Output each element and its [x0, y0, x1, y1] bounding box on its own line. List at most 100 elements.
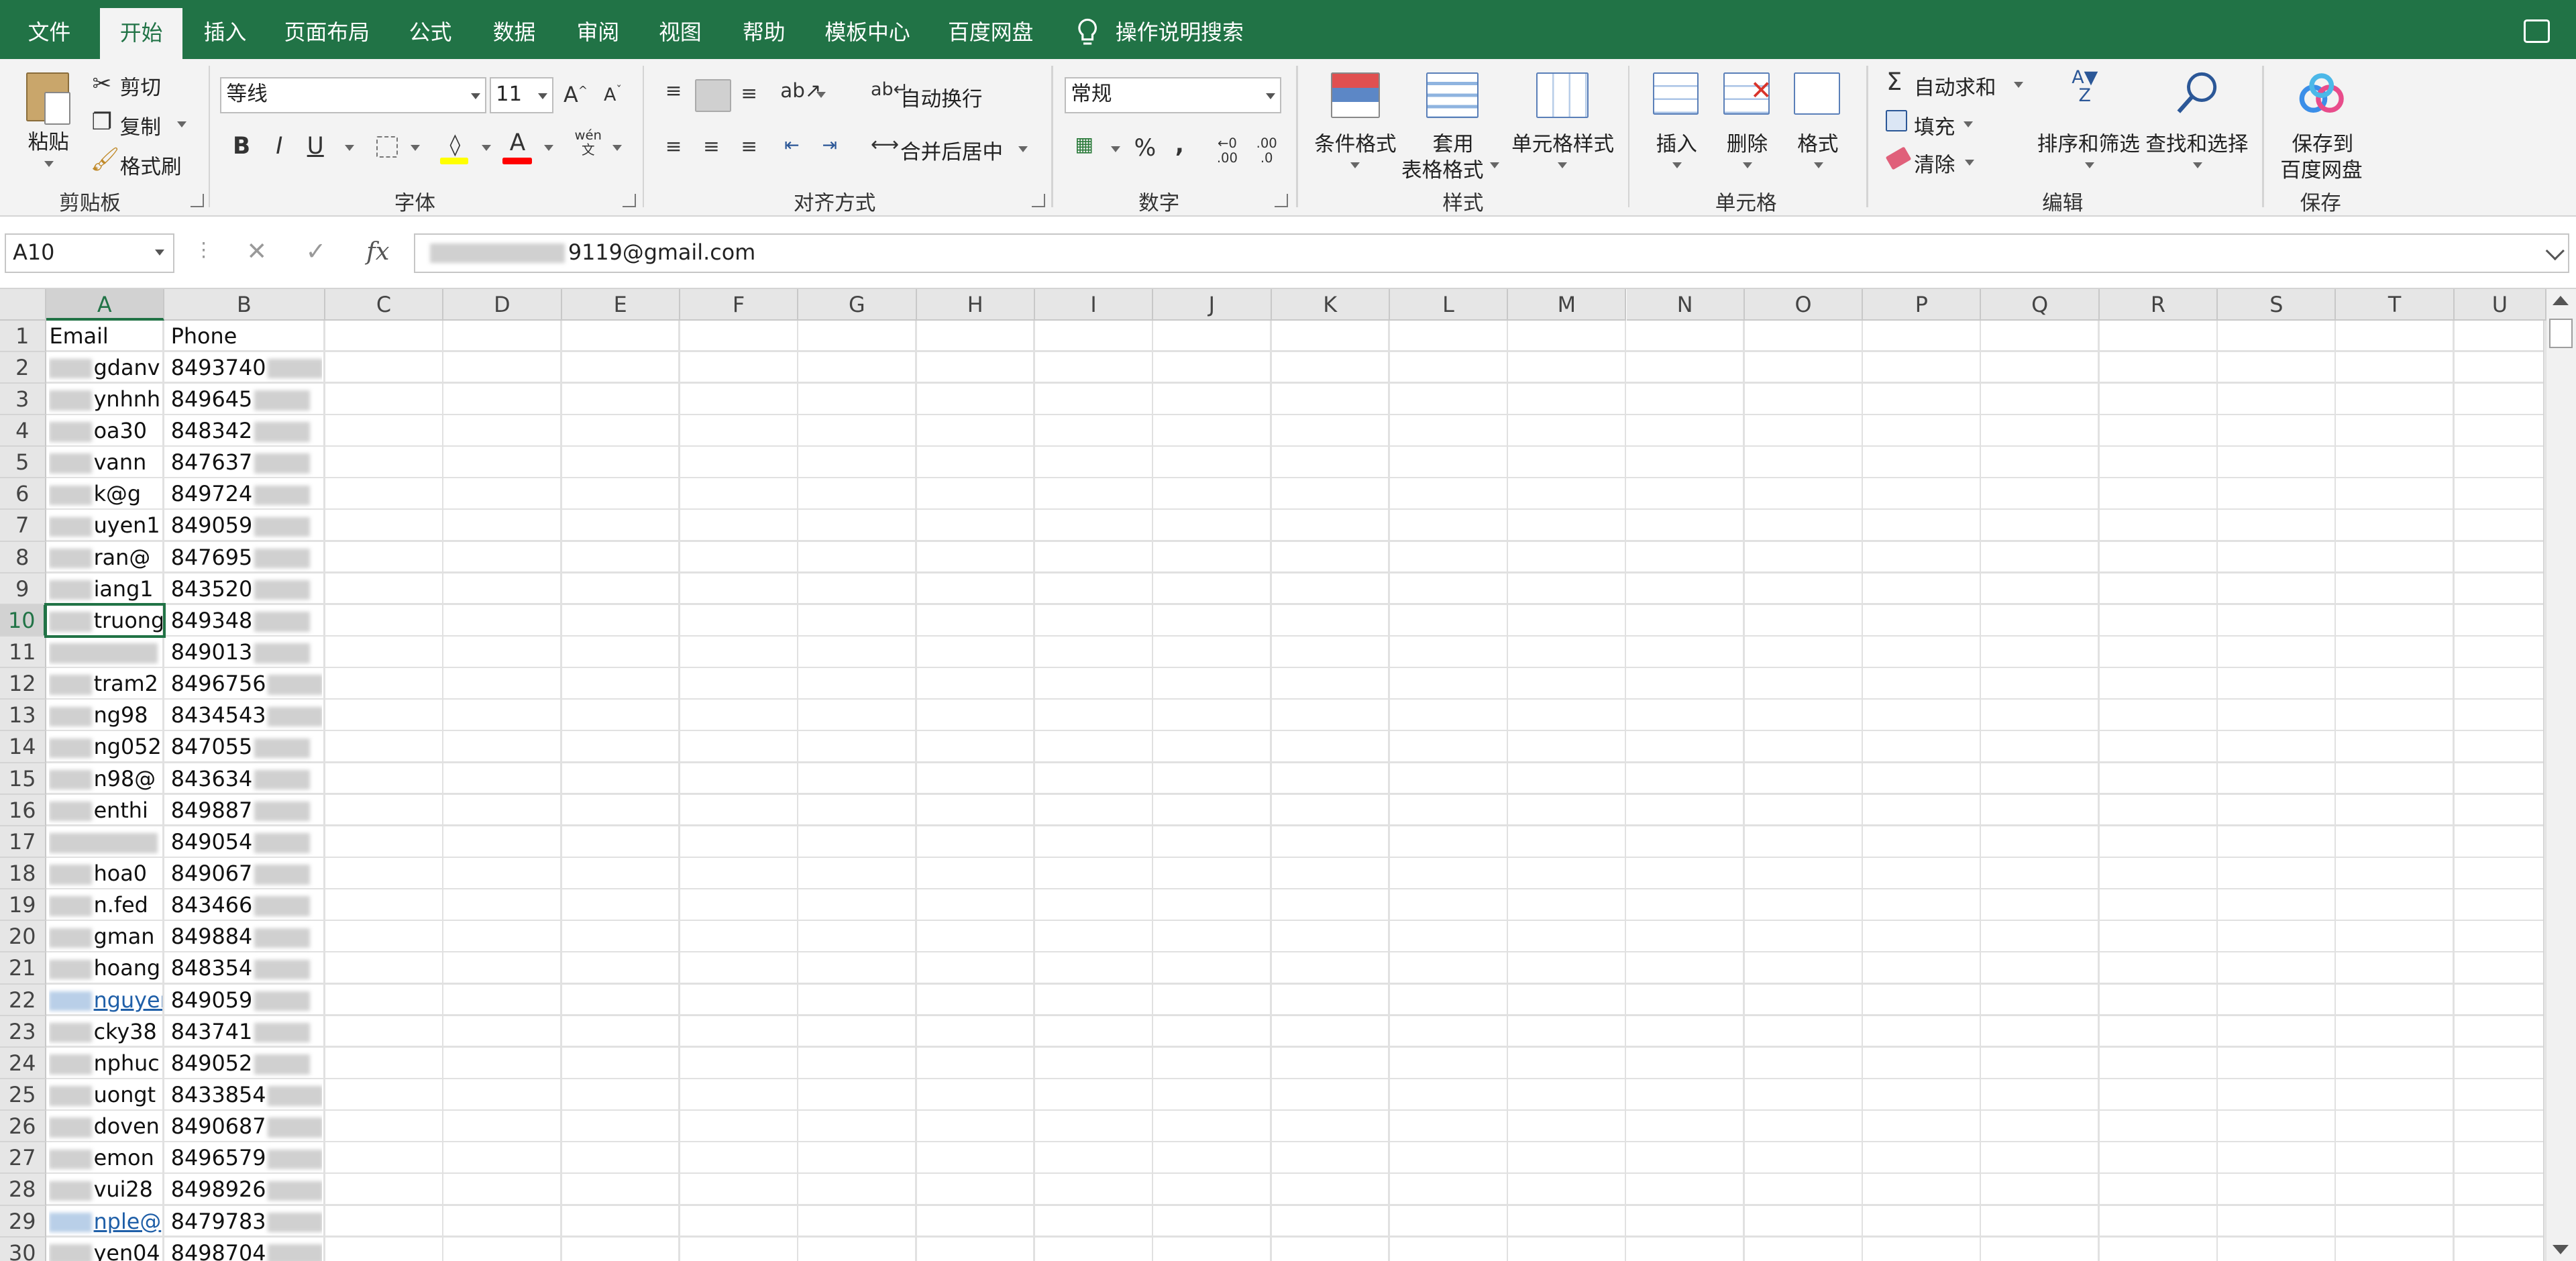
column-header[interactable]: G: [798, 289, 917, 321]
format-cells-button[interactable]: 格式: [1797, 127, 1838, 157]
tab-view[interactable]: 视图: [644, 0, 716, 59]
cell-email[interactable]: gman: [49, 921, 162, 952]
cell-email[interactable]: ng98: [49, 700, 162, 731]
tab-data[interactable]: 数据: [478, 0, 551, 59]
fill-color-icon[interactable]: ◊: [440, 131, 470, 157]
insert-cells-button[interactable]: 插入: [1656, 127, 1697, 157]
autosum-icon[interactable]: Σ: [1883, 67, 1906, 96]
row-header[interactable]: 24: [0, 1047, 46, 1079]
cell-phone[interactable]: 849884: [171, 921, 322, 952]
orientation-icon[interactable]: ab↗: [780, 79, 821, 102]
cell-phone[interactable]: 8498926: [171, 1174, 322, 1205]
underline-button[interactable]: U: [304, 133, 327, 160]
format-painter-button[interactable]: 格式刷: [120, 150, 182, 180]
baidu-netdisk-icon[interactable]: [2297, 72, 2346, 115]
row-header[interactable]: 19: [0, 889, 46, 922]
cell-phone[interactable]: 849059: [171, 985, 322, 1016]
cell-phone[interactable]: 848354: [171, 952, 322, 984]
cell-phone[interactable]: 847055: [171, 731, 322, 763]
cell-email[interactable]: [49, 826, 162, 858]
cell-email[interactable]: emon: [49, 1142, 162, 1174]
clipboard-launcher[interactable]: [191, 193, 204, 207]
fill-icon[interactable]: [1886, 110, 1908, 131]
cell-email[interactable]: hoa0: [49, 858, 162, 889]
align-center-icon[interactable]: ≡: [700, 135, 722, 158]
tab-insert[interactable]: 插入: [189, 0, 262, 59]
column-header[interactable]: U: [2454, 289, 2546, 321]
cancel-icon[interactable]: ✕: [246, 237, 267, 266]
row-header[interactable]: 26: [0, 1111, 46, 1143]
expand-formula-icon[interactable]: [2545, 241, 2565, 261]
decrease-indent-icon[interactable]: ⇤: [779, 135, 805, 156]
accounting-format-icon[interactable]: ▦: [1069, 133, 1099, 156]
row-header[interactable]: 18: [0, 857, 46, 890]
autosum-button[interactable]: 自动求和: [1914, 70, 1996, 101]
column-header[interactable]: D: [443, 289, 562, 321]
phonetic-dropdown[interactable]: [612, 144, 623, 151]
cell-phone[interactable]: 8479783: [171, 1206, 322, 1238]
save-to-netdisk-line2[interactable]: 百度网盘: [2280, 153, 2362, 183]
clear-button[interactable]: 清除: [1914, 148, 1955, 178]
cell-phone[interactable]: 8496579: [171, 1142, 322, 1174]
cell-email[interactable]: k@g: [49, 478, 162, 510]
cell-email[interactable]: ng052: [49, 731, 162, 763]
column-header[interactable]: S: [2218, 289, 2337, 321]
column-header[interactable]: N: [1626, 289, 1745, 321]
cell-phone[interactable]: 848342: [171, 415, 322, 447]
cut-button[interactable]: 剪切: [120, 70, 161, 101]
align-bottom-icon[interactable]: ≡: [738, 82, 761, 105]
column-header[interactable]: P: [1863, 289, 1982, 321]
column-header[interactable]: M: [1508, 289, 1627, 321]
fill-color-dropdown[interactable]: [481, 144, 491, 151]
column-header[interactable]: I: [1034, 289, 1154, 321]
cell-email[interactable]: iang1: [49, 573, 162, 605]
format-cells-icon[interactable]: [1794, 72, 1840, 115]
cell-email[interactable]: Email: [49, 321, 162, 352]
row-header[interactable]: 6: [0, 478, 46, 510]
row-header[interactable]: 27: [0, 1142, 46, 1174]
percent-button[interactable]: %: [1134, 135, 1157, 162]
clear-dropdown[interactable]: [1965, 159, 1974, 166]
cell-email[interactable]: doven: [49, 1111, 162, 1142]
cell-email[interactable]: vui28: [49, 1174, 162, 1205]
vertical-scrollbar[interactable]: [2543, 289, 2576, 1261]
decrease-font-icon[interactable]: Aˇ: [601, 84, 624, 105]
merge-center-button[interactable]: 合并后居中: [900, 135, 1003, 165]
cell-phone[interactable]: 843520: [171, 573, 322, 605]
paste-dropdown[interactable]: [44, 160, 54, 167]
cell-phone[interactable]: 8490687: [171, 1111, 322, 1142]
select-all-button[interactable]: [0, 289, 46, 321]
cell-email[interactable]: uongt: [49, 1079, 162, 1111]
align-top-icon[interactable]: ≡: [662, 79, 685, 102]
number-format-select[interactable]: 常规: [1064, 77, 1282, 113]
cell-phone[interactable]: 8493740: [171, 352, 322, 384]
tab-baidu-netdisk[interactable]: 百度网盘: [940, 0, 1042, 59]
cell-email[interactable]: tram2: [49, 668, 162, 700]
delete-cells-button[interactable]: 删除: [1727, 127, 1768, 157]
cell-email[interactable]: ynhnh: [49, 384, 162, 415]
cell-email[interactable]: oa30: [49, 415, 162, 447]
border-dropdown[interactable]: [411, 144, 421, 151]
cell-styles-icon[interactable]: [1536, 72, 1589, 119]
copy-icon[interactable]: ❐: [91, 109, 113, 135]
cell-email[interactable]: uyen1: [49, 510, 162, 541]
font-launcher[interactable]: [623, 193, 636, 207]
cell-email[interactable]: cky38: [49, 1016, 162, 1048]
scrollbar-thumb[interactable]: [2549, 319, 2573, 349]
row-header[interactable]: 10: [0, 604, 46, 637]
row-header[interactable]: 3: [0, 383, 46, 415]
name-box[interactable]: A10: [5, 233, 174, 273]
cell-phone[interactable]: 843741: [171, 1016, 322, 1048]
border-icon[interactable]: [376, 136, 398, 158]
row-header[interactable]: 2: [0, 351, 46, 384]
copy-button[interactable]: 复制: [120, 110, 161, 140]
cell-phone[interactable]: Phone: [171, 321, 322, 352]
find-dropdown[interactable]: [2193, 162, 2203, 168]
row-header[interactable]: 4: [0, 415, 46, 447]
format-as-table-line2[interactable]: 表格格式: [1401, 153, 1483, 183]
row-header[interactable]: 17: [0, 826, 46, 858]
column-header[interactable]: J: [1153, 289, 1272, 321]
enter-icon[interactable]: ✓: [306, 237, 327, 266]
font-color-dropdown[interactable]: [543, 144, 553, 151]
comma-style-button[interactable]: ,: [1170, 131, 1189, 158]
